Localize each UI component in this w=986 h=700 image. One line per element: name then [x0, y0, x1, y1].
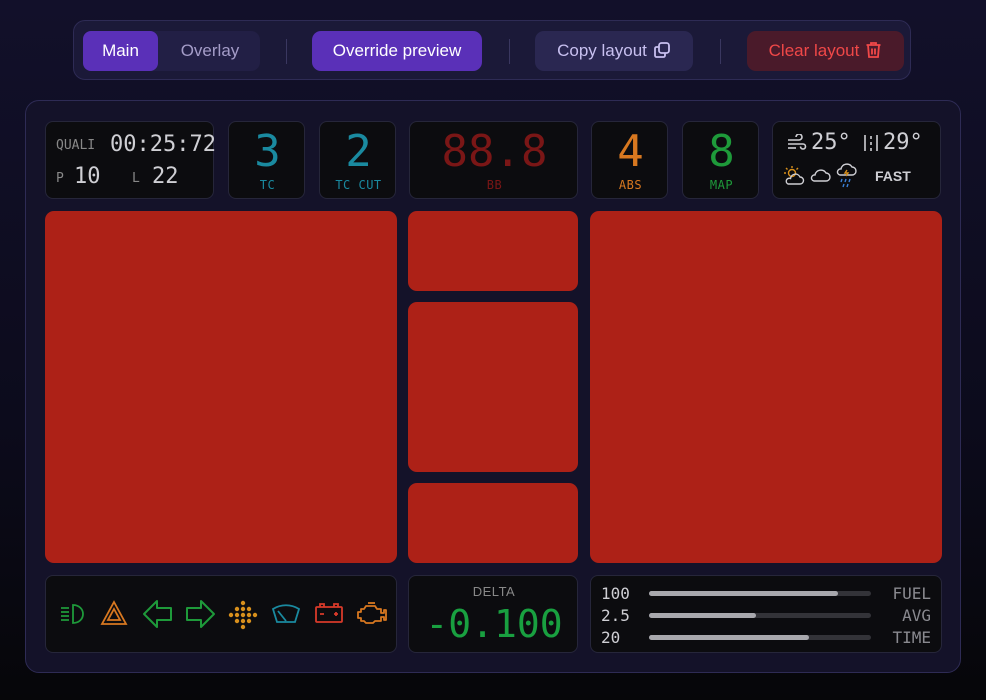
- fuel-row-bar-fill: [649, 591, 838, 596]
- hazard-icon: [100, 600, 128, 625]
- fuel-row-label: TIME: [892, 628, 931, 647]
- arrow-right-icon: [186, 600, 215, 628]
- session-mode: QUALI: [56, 138, 96, 153]
- delta-value: -0.100: [425, 602, 563, 646]
- toolbar-divider: [286, 39, 287, 64]
- widget-slot-left[interactable]: [45, 211, 397, 563]
- delta-label: DELTA: [472, 584, 516, 599]
- fuel-row-bar-fill: [649, 635, 809, 640]
- app-window: Main Overlay Override preview Copy layou…: [0, 0, 986, 700]
- toolbar-divider: [509, 39, 510, 64]
- widget-slot-right[interactable]: [590, 211, 942, 563]
- copy-icon: [653, 42, 670, 58]
- headlight-icon: [61, 604, 84, 624]
- view-tabs: Main Overlay: [83, 31, 260, 71]
- fuel-row-bar: [649, 635, 871, 640]
- abs-tile: 4 ABS: [591, 121, 668, 199]
- tc-cut-label: TC CUT: [335, 178, 382, 192]
- clear-layout-button[interactable]: Clear layout: [747, 31, 904, 71]
- dash-panel: QUALI 00:25:72 P 10 L 22 3 TC 2 TC CUT 8…: [25, 100, 961, 673]
- delta-tile: DELTA -0.100: [408, 575, 578, 653]
- widget-slot-center-top[interactable]: [408, 211, 578, 291]
- arrow-left-icon: [143, 600, 172, 628]
- lap-label: L: [132, 171, 140, 186]
- override-preview-button[interactable]: Override preview: [312, 31, 482, 71]
- session-time: 00:25:72: [110, 132, 216, 157]
- abs-value: 4: [617, 126, 644, 177]
- bb-tile: 88.8 BB: [409, 121, 578, 199]
- fuel-row-value: 100: [601, 584, 630, 603]
- fuel-row-label: AVG: [902, 606, 931, 625]
- widget-slot-center-middle[interactable]: [408, 302, 578, 472]
- cloud-icon: [810, 169, 831, 182]
- toolbar: Main Overlay Override preview Copy layou…: [73, 20, 911, 80]
- tc-value: 3: [254, 126, 281, 177]
- track-icon: [864, 135, 878, 151]
- battery-icon: [315, 603, 343, 623]
- wiper-icon: [271, 604, 301, 623]
- tc-tile: 3 TC: [228, 121, 305, 199]
- fuel-row-value: 20: [601, 628, 621, 647]
- tc-label: TC: [259, 178, 276, 192]
- dots-icon: [228, 600, 258, 630]
- fuel-row-bar: [649, 613, 871, 618]
- abs-label: ABS: [618, 178, 643, 192]
- fuel-row-value: 2.5: [601, 606, 630, 625]
- track-state: FAST: [875, 168, 911, 184]
- indicators-tile: [45, 575, 397, 653]
- bb-label: BB: [486, 178, 503, 192]
- track-temp: 29°: [883, 130, 923, 155]
- fuel-row-label: FUEL: [892, 584, 931, 603]
- tab-overlay[interactable]: Overlay: [163, 31, 257, 71]
- position-label: P: [56, 171, 64, 186]
- copy-layout-label: Copy layout: [557, 41, 647, 60]
- weather-tile: 25° 29° FAST: [772, 121, 941, 199]
- tc-cut-value: 2: [345, 126, 372, 177]
- engine-icon: [357, 602, 387, 624]
- lap-value: 22: [152, 164, 179, 189]
- override-preview-label: Override preview: [332, 41, 462, 60]
- fuel-row-bar-fill: [649, 613, 756, 618]
- map-value: 8: [708, 126, 735, 177]
- fuel-tile: 100 FUEL 2.5 AVG 20 TIME: [590, 575, 942, 653]
- fuel-row-bar: [649, 591, 871, 596]
- trash-icon: [866, 42, 881, 58]
- widget-slot-center-bottom[interactable]: [408, 483, 578, 563]
- wind-icon: [788, 134, 807, 150]
- position-value: 10: [74, 164, 101, 189]
- bb-value: 88.8: [441, 126, 548, 177]
- map-tile: 8 MAP: [682, 121, 759, 199]
- session-tile: QUALI 00:25:72 P 10 L 22: [45, 121, 216, 199]
- tc-cut-tile: 2 TC CUT: [319, 121, 396, 199]
- partly-cloudy-icon: [784, 166, 805, 185]
- clear-layout-label: Clear layout: [768, 41, 860, 60]
- air-temp: 25°: [811, 130, 851, 155]
- map-label: MAP: [709, 178, 734, 192]
- tab-main[interactable]: Main: [83, 31, 158, 71]
- copy-layout-button[interactable]: Copy layout: [535, 31, 693, 71]
- rain-icon: [836, 163, 857, 188]
- toolbar-divider: [720, 39, 721, 64]
